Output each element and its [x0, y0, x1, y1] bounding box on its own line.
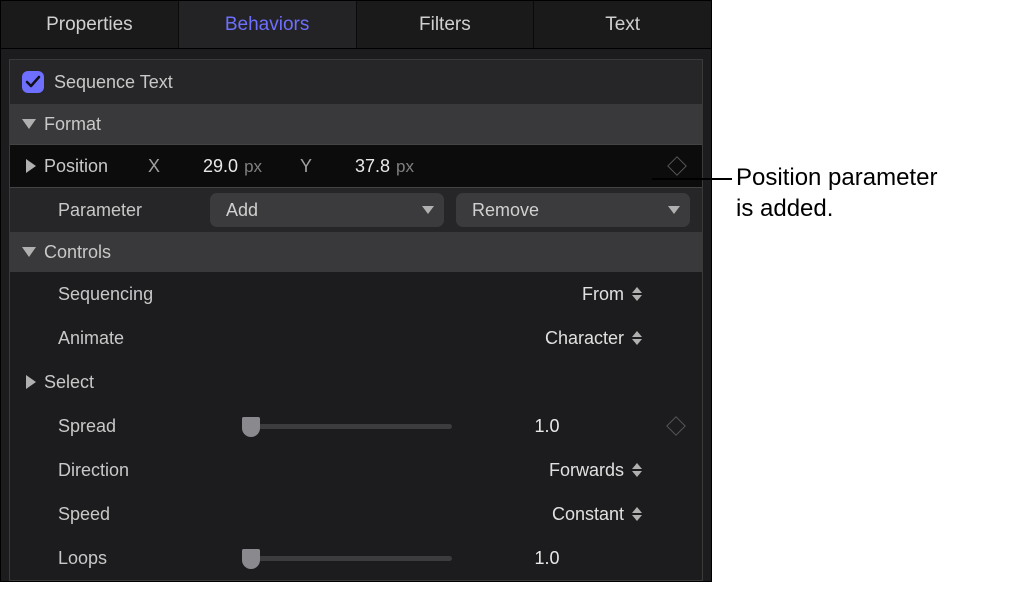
- loops-value[interactable]: 1.0: [452, 548, 642, 569]
- tabs: Properties Behaviors Filters Text: [1, 1, 711, 49]
- position-x-label: X: [148, 156, 160, 177]
- position-y-label: Y: [300, 156, 312, 177]
- behavior-header: Sequence Text: [10, 60, 702, 104]
- tab-text[interactable]: Text: [534, 1, 711, 48]
- direction-popup[interactable]: Forwards: [549, 460, 642, 481]
- callout-annotation: Position parameter is added.: [712, 0, 937, 224]
- section-format[interactable]: Format: [10, 104, 702, 144]
- row-speed: Speed Constant: [10, 492, 702, 536]
- animate-value: Character: [545, 328, 624, 349]
- callout-text-2: is added.: [736, 195, 833, 222]
- chevron-down-icon: [668, 206, 680, 214]
- row-position: Position X 29.0 px Y 37.8 px: [10, 144, 702, 188]
- speed-label: Speed: [22, 504, 232, 525]
- section-controls-label: Controls: [44, 242, 111, 263]
- slider-thumb-icon[interactable]: [242, 549, 260, 569]
- inspector-panel: Properties Behaviors Filters Text Sequen…: [0, 0, 712, 582]
- behavior-title: Sequence Text: [54, 72, 173, 93]
- parameter-add-label: Add: [226, 200, 258, 221]
- row-select[interactable]: Select: [10, 360, 702, 404]
- position-x-unit: px: [244, 157, 262, 177]
- position-label: Position: [44, 156, 108, 177]
- row-sequencing: Sequencing From: [10, 272, 702, 316]
- disclosure-down-icon: [22, 119, 36, 129]
- chevron-down-icon: [422, 206, 434, 214]
- slider-thumb-icon[interactable]: [242, 417, 260, 437]
- loops-slider[interactable]: [242, 556, 452, 561]
- row-loops: Loops 1.0: [10, 536, 702, 580]
- loops-label: Loops: [22, 548, 232, 569]
- sequencing-popup[interactable]: From: [582, 284, 642, 305]
- parameter-label: Parameter: [22, 200, 142, 221]
- callout-text-1: Position parameter: [736, 164, 937, 191]
- tab-behaviors[interactable]: Behaviors: [179, 1, 357, 48]
- keyframe-icon[interactable]: [666, 416, 686, 436]
- direction-label: Direction: [22, 460, 232, 481]
- updown-icon: [632, 507, 642, 521]
- row-direction: Direction Forwards: [10, 448, 702, 492]
- enable-checkbox[interactable]: [22, 71, 44, 93]
- section-format-label: Format: [44, 114, 101, 135]
- inspector-body: Sequence Text Format Position X 29.0 px …: [9, 59, 703, 581]
- position-y-unit: px: [396, 157, 414, 177]
- position-x-value[interactable]: 29.0: [178, 156, 238, 177]
- animate-label: Animate: [22, 328, 232, 349]
- callout-line: [652, 178, 732, 180]
- select-label: Select: [44, 372, 94, 393]
- row-animate: Animate Character: [10, 316, 702, 360]
- sequencing-value: From: [582, 284, 624, 305]
- updown-icon: [632, 331, 642, 345]
- section-controls[interactable]: Controls: [10, 232, 702, 272]
- spread-label: Spread: [22, 416, 232, 437]
- row-spread: Spread 1.0: [10, 404, 702, 448]
- tab-properties[interactable]: Properties: [1, 1, 179, 48]
- spread-value[interactable]: 1.0: [452, 416, 642, 437]
- parameter-remove-select[interactable]: Remove: [456, 193, 690, 227]
- parameter-add-select[interactable]: Add: [210, 193, 444, 227]
- sequencing-label: Sequencing: [22, 284, 232, 305]
- direction-value: Forwards: [549, 460, 624, 481]
- speed-value: Constant: [552, 504, 624, 525]
- speed-popup[interactable]: Constant: [552, 504, 642, 525]
- spread-slider[interactable]: [242, 424, 452, 429]
- position-y-value[interactable]: 37.8: [330, 156, 390, 177]
- row-parameter: Parameter Add Remove: [10, 188, 702, 232]
- updown-icon: [632, 287, 642, 301]
- disclosure-right-icon[interactable]: [26, 159, 36, 173]
- parameter-remove-label: Remove: [472, 200, 539, 221]
- check-icon: [25, 74, 41, 90]
- disclosure-down-icon: [22, 247, 36, 257]
- disclosure-right-icon: [26, 375, 36, 389]
- keyframe-icon[interactable]: [667, 156, 687, 176]
- tab-filters[interactable]: Filters: [357, 1, 535, 48]
- updown-icon: [632, 463, 642, 477]
- animate-popup[interactable]: Character: [545, 328, 642, 349]
